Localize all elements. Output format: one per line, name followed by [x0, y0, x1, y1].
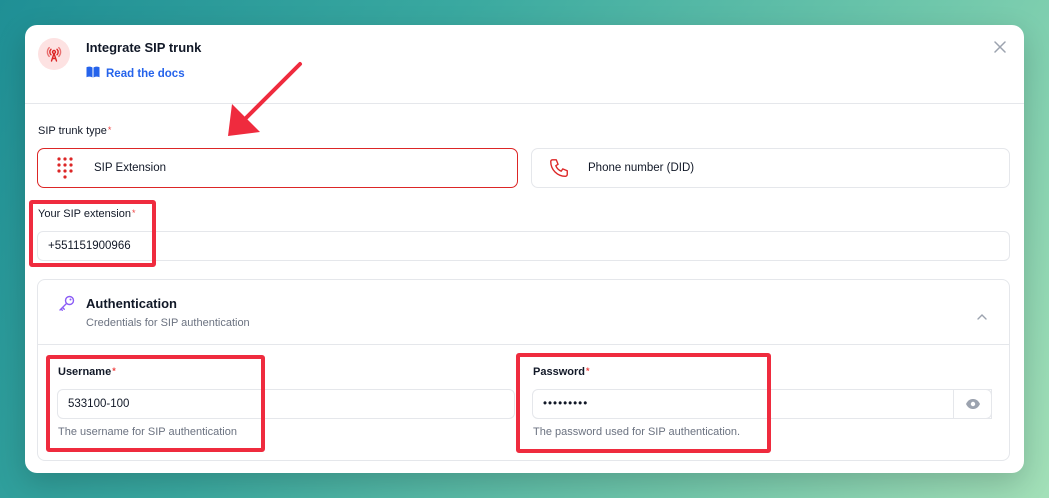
read-docs-link[interactable]: Read the docs [86, 65, 185, 83]
authentication-title: Authentication [86, 296, 177, 311]
phone-icon [547, 156, 571, 180]
chevron-up-icon[interactable] [977, 307, 987, 325]
key-icon [58, 294, 76, 317]
book-icon [86, 65, 100, 83]
username-help-text: The username for SIP authentication [58, 426, 237, 438]
antenna-icon [38, 38, 70, 70]
password-label: Password* [533, 366, 590, 378]
dialog-header: Integrate SIP trunk Read the docs [25, 25, 1024, 104]
password-help-text: The password used for SIP authentication… [533, 426, 741, 438]
eye-icon [965, 399, 980, 409]
trunk-type-option-sip-extension[interactable]: SIP Extension [37, 148, 518, 188]
username-label: Username* [58, 366, 116, 378]
sip-extension-input[interactable]: +551151900966 [37, 231, 1010, 261]
option-label: SIP Extension [94, 162, 167, 174]
password-input[interactable]: ••••••••• [532, 389, 992, 419]
toggle-password-visibility-button[interactable] [953, 389, 992, 419]
trunk-type-label: SIP trunk type* [38, 125, 112, 137]
trunk-type-option-phone-number[interactable]: Phone number (DID) [531, 148, 1010, 188]
annotation-arrow-icon [228, 62, 302, 136]
read-docs-label: Read the docs [106, 68, 185, 80]
close-icon [994, 41, 1006, 53]
sip-extension-label: Your SIP extension* [38, 208, 136, 220]
integrate-sip-dialog: Integrate SIP trunk Read the docs SIP tr… [25, 25, 1024, 473]
dialog-title: Integrate SIP trunk [86, 40, 202, 55]
authentication-header[interactable]: Authentication Credentials for SIP authe… [38, 280, 1009, 345]
close-button[interactable] [991, 38, 1009, 56]
option-label: Phone number (DID) [588, 162, 695, 174]
dialpad-icon [53, 156, 77, 180]
authentication-section: Authentication Credentials for SIP authe… [37, 279, 1010, 461]
authentication-subtitle: Credentials for SIP authentication [86, 317, 250, 329]
username-input[interactable]: 533100-100 [57, 389, 515, 419]
